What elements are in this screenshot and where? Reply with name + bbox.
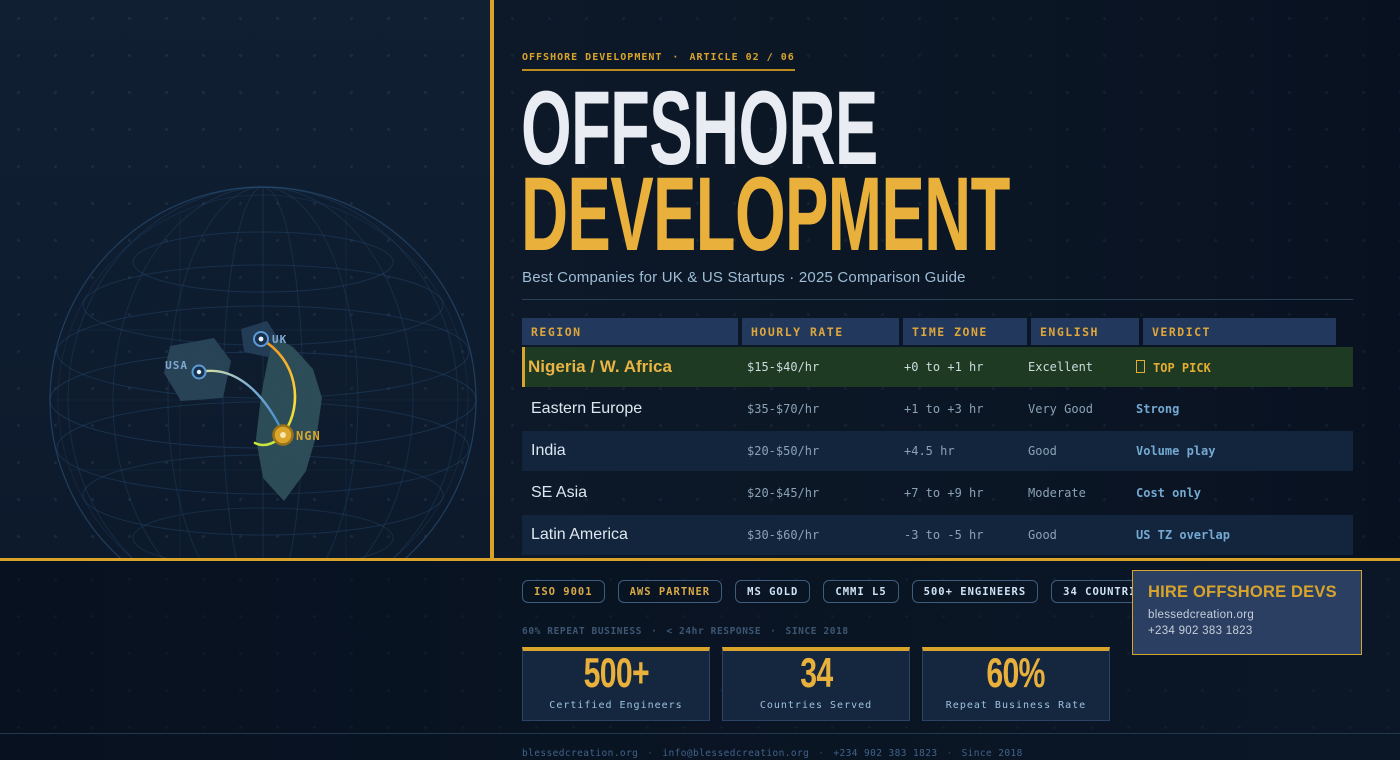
stat-card-countries: 34 Countries Served xyxy=(722,647,910,721)
badge-aws-partner: AWS PARTNER xyxy=(618,580,723,603)
table-header-row: REGION HOURLY RATE TIME ZONE ENGLISH VER… xyxy=(522,318,1353,345)
globe-wireframe xyxy=(50,187,476,561)
english-cell: Excellent xyxy=(1019,360,1127,374)
uk-marker xyxy=(254,332,268,346)
rate-cell: $15-$40/hr xyxy=(738,360,895,374)
verdict-cell: Strong xyxy=(1127,402,1320,416)
badge-ms-gold: MS GOLD xyxy=(735,580,810,603)
rate-cell: $20-$50/hr xyxy=(738,444,895,458)
breadcrumb-separator: · xyxy=(672,52,679,63)
subtitle-divider xyxy=(522,299,1353,300)
badge-cmmi-l5: CMMI L5 xyxy=(823,580,898,603)
top-pick-icon xyxy=(1136,360,1145,373)
landmass-africa xyxy=(256,337,322,501)
timezone-cell: +4.5 hr xyxy=(895,444,1019,458)
region-cell: Nigeria / W. Africa xyxy=(525,357,738,377)
rate-cell: $20-$45/hr xyxy=(738,486,895,500)
badge-iso-9001: ISO 9001 xyxy=(522,580,605,603)
offshore-development-infographic: { "colors": { "gold": "#D9A42C", "title_… xyxy=(0,0,1400,760)
ngn-marker xyxy=(274,426,293,445)
region-cell: Latin America xyxy=(522,526,738,544)
english-cell: Very Good xyxy=(1019,402,1127,416)
region-cell: India xyxy=(522,442,738,460)
stat-label: Repeat Business Rate xyxy=(946,700,1086,720)
meta-repeat-business: 60% REPEAT BUSINESS xyxy=(522,626,642,637)
table-row-latin-america: Latin America $30-$60/hr -3 to -5 hr Goo… xyxy=(522,515,1353,555)
timezone-cell: -3 to -5 hr xyxy=(895,528,1019,542)
timezone-cell: +0 to +1 hr xyxy=(895,360,1019,374)
stat-label: Countries Served xyxy=(760,700,872,720)
hire-cta-card[interactable]: HIRE OFFSHORE DEVS blessedcreation.org +… xyxy=(1132,570,1362,655)
table-row-eastern-europe: Eastern Europe $35-$70/hr +1 to +3 hr Ve… xyxy=(522,389,1353,429)
rate-cell: $30-$60/hr xyxy=(738,528,895,542)
verdict-label: TOP PICK xyxy=(1153,361,1211,375)
ngn-marker-label: NGN xyxy=(296,429,321,443)
stat-card-engineers: 500+ Certified Engineers xyxy=(522,647,710,721)
footer-contact-line: blessedcreation.org · info@blessedcreation… xyxy=(522,748,1023,759)
region-cell: SE Asia xyxy=(522,484,738,502)
badge-500-engineers: 500+ ENGINEERS xyxy=(912,580,1039,603)
stat-label: Certified Engineers xyxy=(549,700,682,720)
column-header-verdict: VERDICT xyxy=(1143,318,1336,345)
column-header-rate: HOURLY RATE xyxy=(742,318,899,345)
page-subtitle: Best Companies for UK & US Startups · 20… xyxy=(522,269,966,286)
stat-cards: 500+ Certified Engineers 34 Countries Se… xyxy=(522,647,1110,721)
usa-marker-label: USA xyxy=(165,359,188,372)
verdict-cell: TOP PICK xyxy=(1127,360,1320,375)
meta-separator: · xyxy=(651,626,657,637)
cta-title: HIRE OFFSHORE DEVS xyxy=(1148,583,1346,602)
table-row-se-asia: SE Asia $20-$45/hr +7 to +9 hr Moderate … xyxy=(522,473,1353,513)
column-header-english: ENGLISH xyxy=(1031,318,1139,345)
comparison-table: REGION HOURLY RATE TIME ZONE ENGLISH VER… xyxy=(522,318,1353,555)
rate-cell: $35-$70/hr xyxy=(738,402,895,416)
table-row-nigeria: Nigeria / W. Africa $15-$40/hr +0 to +1 … xyxy=(522,347,1353,387)
column-header-region: REGION xyxy=(522,318,738,345)
breadcrumb: OFFSHORE DEVELOPMENT · ARTICLE 02 / 06 xyxy=(522,52,795,71)
footer-since: Since 2018 xyxy=(962,748,1023,759)
footer-divider xyxy=(0,733,1400,734)
world-map-panel: USA UK NGN xyxy=(0,0,490,561)
uk-marker-label: UK xyxy=(272,333,287,346)
meta-response-time: < 24hr RESPONSE xyxy=(666,626,761,637)
meta-separator: · xyxy=(770,626,776,637)
stat-card-repeat-rate: 60% Repeat Business Rate xyxy=(922,647,1110,721)
english-cell: Moderate xyxy=(1019,486,1127,500)
stat-value: 500+ xyxy=(583,652,648,694)
region-cell: Eastern Europe xyxy=(522,400,738,418)
page-title-line2: DEVELOPMENT xyxy=(521,162,1010,267)
table-row-india: India $20-$50/hr +4.5 hr Good Volume pla… xyxy=(522,431,1353,471)
meta-since: SINCE 2018 xyxy=(786,626,849,637)
meta-stats-line: 60% REPEAT BUSINESS · < 24hr RESPONSE · SINC… xyxy=(522,626,849,637)
usa-marker xyxy=(193,366,206,379)
verdict-cell: US TZ overlap xyxy=(1127,528,1320,542)
footer-separator: · xyxy=(946,748,952,759)
verdict-cell: Volume play xyxy=(1127,444,1320,458)
column-header-timezone: TIME ZONE xyxy=(903,318,1027,345)
stat-value: 60% xyxy=(987,652,1045,694)
verdict-cell: Cost only xyxy=(1127,486,1320,500)
footer-email: info@blessedcreation.org xyxy=(662,748,809,759)
globe-graphic: USA UK NGN xyxy=(0,0,490,561)
breadcrumb-article: ARTICLE 02 / 06 xyxy=(689,52,794,63)
english-cell: Good xyxy=(1019,528,1127,542)
cta-website: blessedcreation.org xyxy=(1148,609,1346,621)
breadcrumb-section: OFFSHORE DEVELOPMENT xyxy=(522,52,662,63)
footer-phone: +234 902 383 1823 xyxy=(833,748,937,759)
timezone-cell: +1 to +3 hr xyxy=(895,402,1019,416)
english-cell: Good xyxy=(1019,444,1127,458)
cta-phone: +234 902 383 1823 xyxy=(1148,625,1346,637)
certification-badges: ISO 9001 AWS PARTNER MS GOLD CMMI L5 500… xyxy=(522,580,1163,603)
footer-separator: · xyxy=(647,748,653,759)
footer-separator: · xyxy=(818,748,824,759)
stat-value: 34 xyxy=(800,652,832,694)
footer-website: blessedcreation.org xyxy=(522,748,638,759)
timezone-cell: +7 to +9 hr xyxy=(895,486,1019,500)
